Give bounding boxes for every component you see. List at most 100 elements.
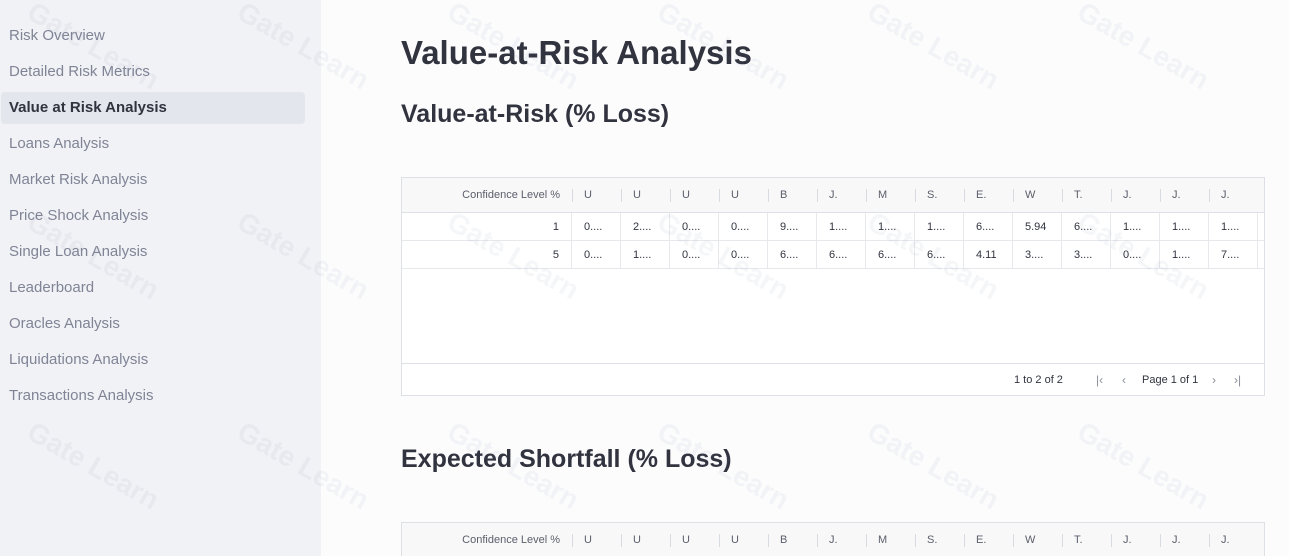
table-cell: 3.... xyxy=(1062,241,1111,269)
table-cell: 0.... xyxy=(1111,241,1160,269)
es-table-header: Confidence Level % U U U U B J. M S. E. W T. J. J. J. xyxy=(402,523,1264,556)
table-cell: 1.... xyxy=(1209,213,1258,241)
column-header[interactable]: J. xyxy=(1111,523,1160,556)
column-header[interactable]: Confidence Level % xyxy=(402,523,572,556)
column-separator xyxy=(572,534,573,547)
column-separator xyxy=(719,534,720,547)
table-cell: 0.... xyxy=(572,213,621,241)
column-separator xyxy=(1111,534,1112,547)
column-separator xyxy=(1062,534,1063,547)
table-cell: 7.... xyxy=(1209,241,1258,269)
confidence-level-cell: 1 xyxy=(402,213,572,241)
sidebar-item-single-loan-analysis[interactable]: Single Loan Analysis xyxy=(1,236,305,268)
column-header[interactable]: Confidence Level % xyxy=(402,178,572,213)
sidebar-item-market-risk-analysis[interactable]: Market Risk Analysis xyxy=(1,164,305,196)
column-separator xyxy=(817,534,818,547)
column-header[interactable]: M xyxy=(866,178,915,213)
sidebar-item-liquidations-analysis[interactable]: Liquidations Analysis xyxy=(1,344,305,376)
sidebar-item-value-at-risk-analysis[interactable]: Value at Risk Analysis xyxy=(1,92,305,124)
column-header[interactable]: S. xyxy=(915,523,964,556)
table-cell: 1.... xyxy=(1111,213,1160,241)
sidebar-item-risk-overview[interactable]: Risk Overview xyxy=(1,20,305,52)
sidebar-item-oracles-analysis[interactable]: Oracles Analysis xyxy=(1,308,305,340)
confidence-level-cell: 5 xyxy=(402,241,572,269)
column-header[interactable]: J. xyxy=(1209,523,1258,556)
column-header[interactable]: S. xyxy=(915,178,964,213)
column-header[interactable]: J. xyxy=(1160,178,1209,213)
sidebar-item-detailed-risk-metrics[interactable]: Detailed Risk Metrics xyxy=(1,56,305,88)
column-header[interactable]: M xyxy=(866,523,915,556)
next-page-icon[interactable]: › xyxy=(1212,364,1216,395)
table-cell: 4.11 xyxy=(964,241,1013,269)
column-header[interactable]: U xyxy=(719,523,768,556)
column-separator xyxy=(1160,534,1161,547)
column-header[interactable]: W xyxy=(1013,178,1062,213)
sidebar: Risk Overview Detailed Risk Metrics Valu… xyxy=(0,0,321,556)
pagination-page-label: Page 1 of 1 xyxy=(1142,374,1199,386)
table-cell: 0.... xyxy=(719,213,768,241)
column-header[interactable]: J. xyxy=(1209,178,1258,213)
sidebar-item-loans-analysis[interactable]: Loans Analysis xyxy=(1,128,305,160)
last-page-icon[interactable]: ›| xyxy=(1234,364,1241,395)
column-header[interactable]: B xyxy=(768,523,817,556)
column-separator xyxy=(866,534,867,547)
column-separator xyxy=(670,534,671,547)
table-row: 1 0.... 2.... 0.... 0.... 9.... 1.... 1.... 1...… xyxy=(402,213,1264,241)
sidebar-item-price-shock-analysis[interactable]: Price Shock Analysis xyxy=(1,200,305,232)
sidebar-item-leaderboard[interactable]: Leaderboard xyxy=(1,272,305,304)
column-header[interactable]: U xyxy=(572,178,621,213)
pagination-summary: 1 to 2 of 2 xyxy=(1014,374,1063,386)
column-header[interactable]: U xyxy=(670,178,719,213)
column-header[interactable]: J. xyxy=(1111,178,1160,213)
column-header[interactable]: U xyxy=(572,523,621,556)
first-page-icon[interactable]: |‹ xyxy=(1096,364,1103,395)
column-header[interactable]: U xyxy=(719,178,768,213)
es-table: Confidence Level % U U U U B J. M S. E. W T. J. J. J. xyxy=(401,522,1265,556)
page-title: Value-at-Risk Analysis xyxy=(401,34,752,71)
column-separator xyxy=(817,189,818,202)
prev-page-icon[interactable]: ‹ xyxy=(1122,364,1126,395)
column-header[interactable]: E. xyxy=(964,178,1013,213)
column-header[interactable]: U xyxy=(621,178,670,213)
column-separator xyxy=(1209,189,1210,202)
table-cell: 0.... xyxy=(670,213,719,241)
sidebar-item-transactions-analysis[interactable]: Transactions Analysis xyxy=(1,380,305,412)
main-content: Value-at-Risk Analysis Value-at-Risk (% … xyxy=(321,0,1289,556)
column-separator xyxy=(670,189,671,202)
column-header[interactable]: T. xyxy=(1062,523,1111,556)
column-header[interactable]: T. xyxy=(1062,178,1111,213)
column-header[interactable]: J. xyxy=(817,178,866,213)
column-separator xyxy=(1062,189,1063,202)
column-header[interactable]: U xyxy=(621,523,670,556)
table-cell: 6.... xyxy=(964,213,1013,241)
column-separator xyxy=(768,189,769,202)
column-header[interactable]: B xyxy=(768,178,817,213)
table-cell: 0.... xyxy=(719,241,768,269)
table-cell: 1.... xyxy=(1160,241,1209,269)
column-separator xyxy=(866,189,867,202)
table-cell: 6.... xyxy=(817,241,866,269)
table-cell: 2.... xyxy=(621,213,670,241)
column-separator xyxy=(1160,189,1161,202)
column-separator xyxy=(915,189,916,202)
column-separator xyxy=(1013,534,1014,547)
table-cell: 0.... xyxy=(670,241,719,269)
column-header[interactable]: J. xyxy=(817,523,866,556)
table-cell: 9.... xyxy=(768,213,817,241)
column-separator xyxy=(572,189,573,202)
table-cell: 1.... xyxy=(915,213,964,241)
column-header[interactable]: W xyxy=(1013,523,1062,556)
column-separator xyxy=(621,189,622,202)
column-header[interactable]: J. xyxy=(1160,523,1209,556)
column-separator xyxy=(768,534,769,547)
table-cell: 1.... xyxy=(1160,213,1209,241)
column-header[interactable]: E. xyxy=(964,523,1013,556)
table-cell: 1.... xyxy=(817,213,866,241)
column-header[interactable]: U xyxy=(670,523,719,556)
column-separator xyxy=(915,534,916,547)
table-cell: 6.... xyxy=(1062,213,1111,241)
table-cell: 6.... xyxy=(866,241,915,269)
column-separator xyxy=(1013,189,1014,202)
es-section-title: Expected Shortfall (% Loss) xyxy=(401,445,732,473)
table-cell: 1.... xyxy=(621,241,670,269)
